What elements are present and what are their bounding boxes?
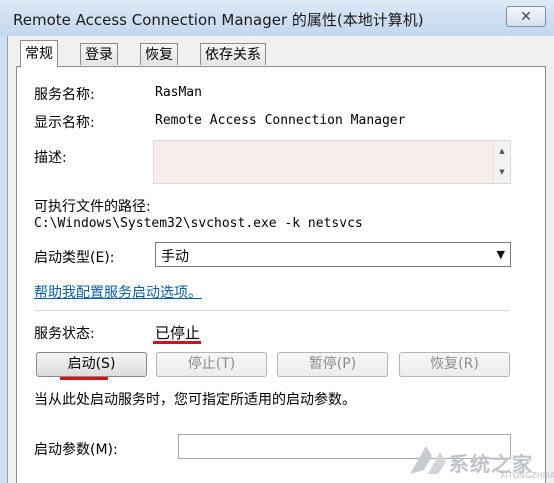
tab-label: 恢复: [145, 47, 173, 63]
tab-recovery[interactable]: 恢复: [140, 43, 178, 65]
startup-help-link[interactable]: 帮助我配置服务启动选项。: [34, 282, 202, 302]
title-bar: Remote Access Connection Manager 的属性(本地计…: [0, 0, 554, 36]
scroll-up-icon[interactable]: ▲: [494, 141, 510, 162]
resume-button[interactable]: 恢复(R): [399, 352, 510, 377]
pause-button-label: 暂停(P): [308, 356, 357, 372]
exe-path-label: 可执行文件的路径:: [34, 199, 151, 215]
service-name-value: RasMan: [155, 85, 202, 100]
startup-type-value: 手动: [161, 249, 189, 265]
tab-label: 登录: [85, 47, 113, 63]
description-scrollbar[interactable]: ▲ ▼: [493, 141, 510, 183]
startup-type-label: 启动类型(E):: [34, 250, 115, 266]
start-button-label: 启动(S): [67, 356, 116, 372]
close-button[interactable]: ✕: [506, 6, 546, 27]
exe-path-value: C:\Windows\System32\svchost.exe -k netsv…: [34, 216, 363, 231]
watermark-logo-icon: [410, 446, 446, 474]
tab-dependencies[interactable]: 依存关系: [200, 43, 266, 65]
site-watermark: 系统之家 XITONGZHIJIA.NET: [404, 438, 554, 483]
stop-button[interactable]: 停止(T): [156, 352, 267, 377]
startup-type-select[interactable]: 手动 ▼: [155, 242, 511, 267]
scroll-down-icon[interactable]: ▼: [494, 162, 510, 183]
window-title: Remote Access Connection Manager 的属性(本地计…: [13, 11, 424, 29]
pause-button[interactable]: 暂停(P): [277, 352, 388, 377]
start-button[interactable]: 启动(S): [36, 352, 147, 377]
stop-button-label: 停止(T): [187, 356, 236, 372]
description-label: 描述:: [34, 150, 67, 166]
start-params-label: 启动参数(M):: [34, 442, 118, 458]
resume-button-label: 恢复(R): [430, 356, 479, 372]
general-tab-panel: [16, 66, 546, 483]
tab-label: 常规: [25, 46, 53, 62]
status-highlight-underline: [153, 341, 201, 344]
service-name-label: 服务名称:: [34, 87, 95, 103]
display-name-label: 显示名称:: [34, 115, 95, 131]
tab-label: 依存关系: [205, 47, 261, 63]
separator: [34, 310, 510, 311]
display-name-value: Remote Access Connection Manager: [155, 113, 406, 128]
start-highlight-underline: [60, 377, 108, 380]
tab-general[interactable]: 常规: [20, 40, 58, 67]
tab-logon[interactable]: 登录: [80, 43, 118, 65]
service-status-label: 服务状态:: [34, 326, 95, 342]
dropdown-arrow-icon[interactable]: ▼: [497, 248, 505, 261]
description-field[interactable]: ▲ ▼: [153, 140, 511, 184]
close-icon: ✕: [520, 8, 532, 25]
watermark-url: XITONGZHIJIA.NET: [500, 471, 554, 480]
start-params-hint: 当从此处启动服务时，您可指定所适用的启动参数。: [34, 392, 356, 408]
service-status-value: 已停止: [155, 324, 201, 342]
